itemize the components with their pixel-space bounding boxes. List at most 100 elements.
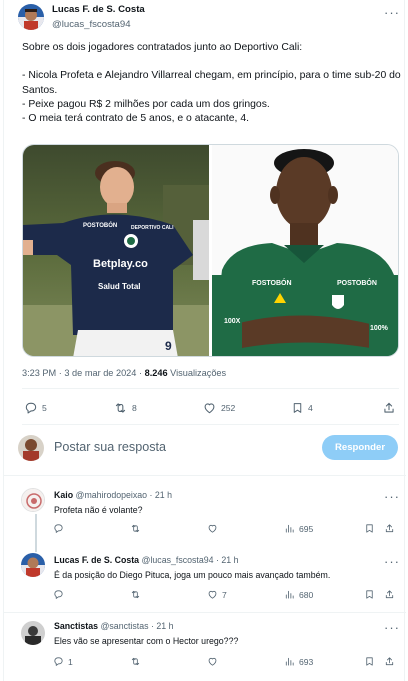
photo-player-left[interactable]: 9 POSTOBÓN DEPORTIVO CALI Betplay.co Sal… [23,145,210,356]
share-icon [385,524,394,533]
repost-icon [131,657,140,666]
club-crest-icon [332,295,344,309]
heart-icon [204,403,215,414]
reply-submit-button[interactable]: Responder [322,435,398,460]
heart-icon [208,590,217,599]
reply-icon [54,524,63,533]
reply-author-handle[interactable]: @lucas_fscosta94 [142,555,214,565]
repost-button[interactable]: 8 [113,401,137,415]
reply-avatar[interactable] [21,553,45,577]
author-name[interactable]: Lucas F. de S. Costa [52,4,145,15]
views-icon [285,590,294,599]
bookmark-icon [366,657,373,666]
like-button[interactable]: 7 [207,589,227,600]
reply-header: Sanctistas @sanctistas · 21 h [54,621,173,631]
tweet-page: Lucas F. de S. Costa @lucas_fscosta94 ··… [3,0,406,681]
views-count: 680 [299,589,314,600]
author-handle[interactable]: @lucas_fscosta94 [52,19,131,30]
more-options-icon[interactable]: ··· [384,621,400,634]
bookmark-button[interactable] [364,523,375,534]
share-icon [385,657,394,666]
more-options-icon[interactable]: ··· [384,555,400,568]
reply-text: Eles vão se apresentar com o Hector ureg… [54,636,239,646]
divider [4,612,406,613]
reply-author-name[interactable]: Sanctistas [54,621,98,631]
tweet-text: Sobre os dois jogadores contratados junt… [22,42,401,125]
views-count: 695 [299,523,314,534]
reply-avatar[interactable] [21,488,45,512]
bookmark-button[interactable] [364,589,375,600]
jersey-sponsor: POSTOBÓN [83,221,117,229]
reply-time[interactable]: · 21 h [216,555,239,565]
tweet-media[interactable]: 9 POSTOBÓN DEPORTIVO CALI Betplay.co Sal… [22,144,399,357]
repost-icon [115,403,126,413]
like-count: 252 [221,403,236,413]
reply-icon [25,402,37,414]
reply-button[interactable] [53,523,68,534]
tweet-time[interactable]: 3:23 PM · 3 de mar de 2024 · [22,368,145,378]
reply-author-handle[interactable]: @mahirodopeixao [76,490,148,500]
divider [22,388,399,389]
reply-header: Lucas F. de S. Costa @lucas_fscosta94 · … [54,555,238,565]
reply-avatar[interactable] [21,621,45,645]
share-button[interactable] [382,401,396,415]
bookmark-count: 4 [308,403,313,413]
photo-player-right[interactable]: FOSTOBÓN POSTOBÓN 100X 100% [212,145,398,356]
tweet-actions: 5 8 252 4 [22,398,399,418]
repost-button[interactable] [130,589,145,600]
jersey-sleeve-left: 100X [224,318,241,325]
bookmark-icon [366,524,373,533]
tweet-timestamp[interactable]: 3:23 PM · 3 de mar de 2024 · 8.246 Visua… [22,368,226,378]
reply-count: 5 [42,403,47,413]
shorts-number: 9 [165,339,172,353]
repost-count: 8 [132,403,137,413]
reply-author-handle[interactable]: @sanctistas [100,621,148,631]
views-button[interactable]: 680 [284,589,313,600]
views-icon [285,524,294,533]
like-button[interactable]: 252 [202,401,235,415]
author-avatar[interactable] [18,4,44,30]
reply-button[interactable] [53,589,68,600]
more-options-icon[interactable]: ··· [384,6,400,19]
share-icon [384,402,394,413]
divider [22,424,399,425]
heart-icon [208,524,217,533]
reply-button[interactable]: 5 [24,401,47,415]
like-button[interactable] [207,656,222,667]
share-button[interactable] [384,523,395,534]
reply-author-name[interactable]: Lucas F. de S. Costa [54,555,139,565]
like-button[interactable] [207,523,222,534]
views-button[interactable]: 693 [284,656,313,667]
bookmark-icon [293,403,302,413]
divider [4,475,406,476]
bookmark-icon [366,590,373,599]
jersey-sponsor-secondary: Salud Total [98,282,141,291]
jersey-sleeve-right: 100% [370,325,389,332]
views-button[interactable]: 695 [284,523,313,534]
views-icon [285,657,294,666]
current-user-avatar[interactable] [18,435,44,461]
repost-button[interactable] [130,523,145,534]
like-count: 7 [222,589,227,600]
views-label: Visualizações [167,368,227,378]
share-button[interactable] [384,589,395,600]
bookmark-button[interactable] [364,656,375,667]
share-button[interactable] [384,656,395,667]
reply-time[interactable]: · 21 h [151,621,174,631]
bookmark-button[interactable]: 4 [291,401,313,415]
repost-icon [131,524,140,533]
reply-time[interactable]: · 21 h [150,490,173,500]
jersey-sponsor-left: FOSTOBÓN [252,278,292,287]
reply-count: 1 [68,656,73,667]
reply-author-name[interactable]: Kaio [54,490,73,500]
reply-input[interactable]: Postar sua resposta [54,440,166,454]
reply-text: Profeta não é volante? [54,505,143,515]
views-count: 693 [299,656,314,667]
thread-line [35,514,37,552]
views-count: 8.246 [144,368,168,378]
reply-button[interactable]: 1 [53,656,73,667]
reply-text: É da posição do Diego Pituca, joga um po… [54,570,331,580]
repost-button[interactable] [130,656,145,667]
more-options-icon[interactable]: ··· [384,490,400,503]
reply-header: Kaio @mahirodopeixao · 21 h [54,490,172,500]
